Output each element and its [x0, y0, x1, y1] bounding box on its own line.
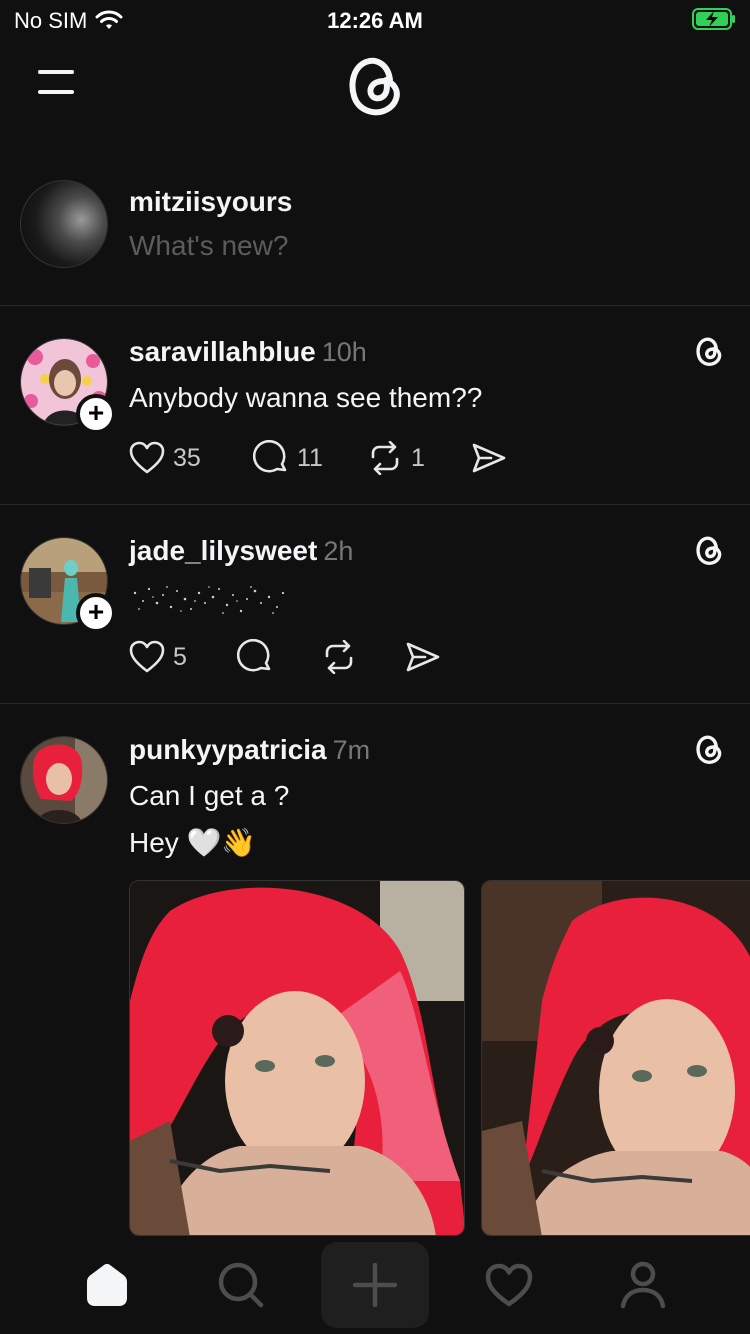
post-text-line: Hey 🤍👋 — [129, 827, 257, 858]
post-username[interactable]: saravillahblue — [129, 336, 316, 367]
reply-button[interactable]: 11 — [253, 440, 367, 476]
clock: 12:26 AM — [327, 8, 423, 33]
follow-plus-button[interactable]: + — [76, 394, 116, 434]
battery-charging-icon — [692, 8, 735, 30]
home-icon — [87, 1263, 127, 1306]
repost-count: 1 — [411, 443, 425, 472]
like-button[interactable]: 35 — [129, 441, 253, 475]
repost-icon — [371, 441, 399, 475]
comment-icon — [253, 440, 287, 473]
new-thread-composer[interactable]: mitziisyours What's new? — [0, 170, 750, 306]
post-username[interactable]: jade_lilysweet — [129, 535, 317, 566]
composer-prompt[interactable]: What's new? — [129, 230, 288, 262]
post-actions: 35 11 1 — [129, 438, 507, 478]
reply-button[interactable] — [237, 639, 321, 675]
like-count: 35 — [173, 443, 201, 472]
avatar-wrap: + — [20, 537, 116, 633]
avatar — [20, 180, 108, 268]
avatar-wrap — [20, 736, 108, 824]
follow-plus-button[interactable]: + — [76, 593, 116, 633]
comment-icon — [237, 639, 271, 672]
avatar[interactable] — [20, 736, 108, 824]
tab-activity[interactable] — [455, 1242, 563, 1328]
like-button[interactable]: 5 — [129, 640, 237, 674]
repost-icon — [325, 640, 353, 674]
send-icon — [472, 443, 506, 473]
like-count: 5 — [173, 642, 187, 671]
post-header: jade_lilysweet 2h — [129, 535, 353, 567]
post-timestamp: 10h — [321, 337, 367, 367]
post-photo[interactable] — [481, 880, 750, 1236]
tab-profile[interactable] — [589, 1242, 697, 1328]
post-header: saravillahblue 10h — [129, 336, 367, 368]
post-text: Anybody wanna see them?? — [129, 382, 483, 413]
composer-username: mitziisyours — [129, 186, 293, 217]
heart-icon — [485, 1263, 533, 1307]
photo-image — [482, 881, 750, 1235]
threads-logo-icon[interactable] — [692, 533, 726, 567]
threads-logo-icon[interactable] — [340, 50, 410, 120]
profile-icon — [620, 1261, 666, 1309]
post-actions: 5 — [129, 637, 441, 677]
threads-logo-icon[interactable] — [692, 732, 726, 766]
media-carousel[interactable] — [129, 880, 750, 1236]
post-username[interactable]: punkyypatricia — [129, 734, 327, 765]
threads-logo-icon[interactable] — [692, 334, 726, 368]
plus-icon — [353, 1263, 397, 1307]
heart-icon — [129, 441, 165, 474]
post-text-line: Can I get a ? — [129, 780, 290, 811]
repost-button[interactable] — [321, 640, 405, 674]
menu-icon-bar — [38, 70, 74, 74]
share-button[interactable] — [405, 641, 441, 673]
menu-icon-bar — [38, 90, 74, 94]
search-icon — [218, 1262, 264, 1308]
avatar-wrap: + — [20, 338, 116, 434]
tab-create[interactable] — [321, 1242, 429, 1328]
feed-post[interactable]: + saravillahblue 10h Anybody wanna see th… — [0, 306, 750, 505]
tab-home[interactable] — [53, 1242, 161, 1328]
post-header: punkyypatricia 7m — [129, 734, 370, 766]
share-button[interactable] — [471, 442, 507, 474]
avatar-image — [21, 737, 107, 823]
feed-post[interactable]: + jade_lilysweet 2h 5 — [0, 505, 750, 704]
post-timestamp: 2h — [323, 536, 354, 566]
reply-count: 11 — [297, 443, 323, 472]
heart-icon — [129, 640, 165, 673]
post-timestamp: 7m — [332, 735, 371, 765]
tab-search[interactable] — [187, 1242, 295, 1328]
status-bar: No SIM 12:26 AM — [0, 0, 750, 40]
post-photo[interactable] — [129, 880, 465, 1236]
send-icon — [406, 642, 440, 672]
bottom-tab-bar — [0, 1236, 750, 1334]
top-navigation — [0, 40, 750, 140]
menu-button[interactable] — [30, 64, 82, 104]
spoiler-text-blur[interactable] — [129, 581, 289, 619]
photo-image — [130, 881, 464, 1235]
repost-button[interactable]: 1 — [367, 441, 471, 475]
